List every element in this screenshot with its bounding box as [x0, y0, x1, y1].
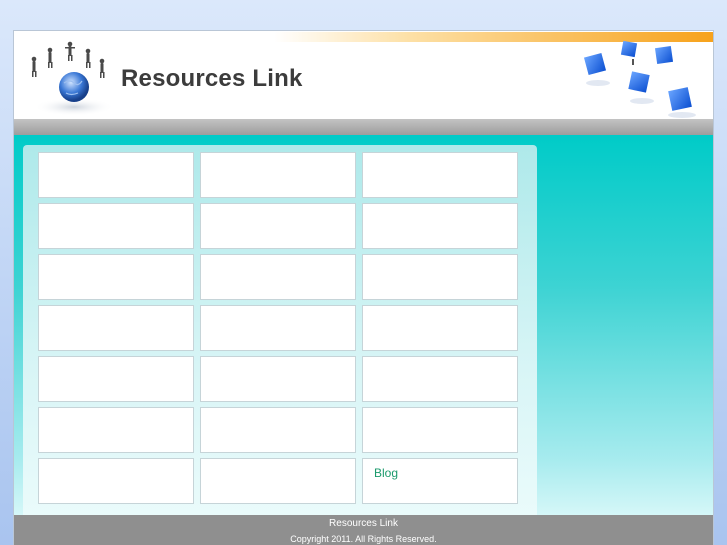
content-panel: Blog: [23, 145, 537, 516]
grid-cell: [200, 407, 356, 453]
main-area: Blog: [14, 135, 713, 516]
footer-site-name: Resources Link: [329, 518, 398, 529]
blue-cubes-icon: [583, 40, 696, 118]
grid-cell: [200, 152, 356, 198]
grid-cell: [200, 203, 356, 249]
grid-cell: [200, 305, 356, 351]
grid-cell: [38, 254, 194, 300]
grid-cell: [38, 203, 194, 249]
page-container: Resources Link Blog Resources Link Copyr…: [13, 30, 714, 545]
grid-cell: [362, 254, 518, 300]
grid-cell: [200, 458, 356, 504]
grid-cell: [362, 152, 518, 198]
grid-cell: [362, 407, 518, 453]
grid-cell: [38, 407, 194, 453]
resource-grid: Blog: [38, 152, 518, 504]
grid-cell-blog: Blog: [362, 458, 518, 504]
globe-with-people-icon: [31, 41, 114, 116]
grid-cell: [200, 254, 356, 300]
grid-cell: [362, 356, 518, 402]
site-header: Resources Link: [14, 31, 713, 119]
footer-copyright: Copyright 2011. All Rights Reserved.: [290, 534, 437, 544]
site-footer: Resources Link Copyright 2011. All Right…: [14, 515, 713, 545]
grid-cell: [38, 305, 194, 351]
grid-cell: [38, 152, 194, 198]
grid-cell: [38, 458, 194, 504]
grid-cell: [38, 356, 194, 402]
header-divider-band: [14, 119, 713, 135]
grid-cell: [362, 203, 518, 249]
site-title: Resources Link: [121, 65, 303, 92]
grid-cell: [200, 356, 356, 402]
grid-cell: [362, 305, 518, 351]
blog-link[interactable]: Blog: [374, 466, 398, 480]
